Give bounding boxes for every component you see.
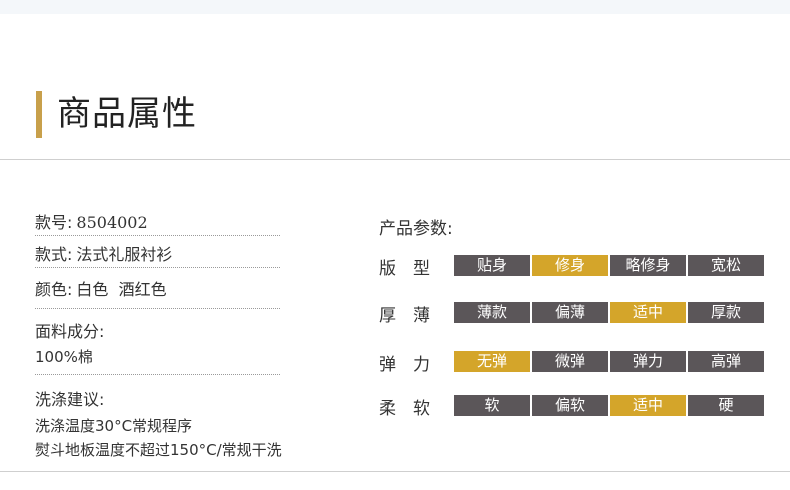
title-accent-bar: [36, 91, 42, 138]
param-option-selected: 无弹: [454, 351, 530, 372]
param-option-selected: 适中: [610, 395, 686, 416]
divider-dotted: [35, 267, 280, 268]
param-row-label-char: 软: [413, 399, 430, 419]
divider-bottom: [0, 471, 790, 472]
param-option: 硬: [688, 395, 764, 416]
style-label: 款式:: [35, 245, 73, 264]
divider-dotted: [35, 374, 280, 375]
color-value: 白色 酒红色: [76, 280, 167, 299]
washing-line-2: 熨斗地板温度不超过150°C/常规干洗: [35, 441, 282, 459]
param-row-label: 柔软: [379, 394, 439, 419]
param-row-label-char: 型: [413, 259, 430, 279]
param-option: 宽松: [688, 255, 764, 276]
param-option: 偏软: [532, 395, 608, 416]
color-row: 颜色: 白色 酒红色: [35, 276, 167, 300]
washing-label: 洗涤建议:: [35, 390, 105, 409]
param-row-label: 弹力: [379, 350, 439, 375]
param-option-group: 贴身 修身 略修身 宽松: [454, 255, 764, 276]
fabric-label: 面料成分:: [35, 322, 105, 341]
divider-top: [0, 159, 790, 160]
param-option-group: 无弹 微弹 弹力 高弹: [454, 351, 764, 372]
style-value: 法式礼服衬衫: [76, 245, 173, 264]
params-label: 产品参数:: [379, 219, 453, 239]
param-option: 微弹: [532, 351, 608, 372]
fabric-value: 100%棉: [35, 348, 93, 366]
param-row-label: 厚薄: [379, 301, 439, 326]
param-option: 厚款: [688, 302, 764, 323]
param-option: 偏薄: [532, 302, 608, 323]
section-title: 商品属性: [57, 94, 197, 134]
param-option-selected: 修身: [532, 255, 608, 276]
param-row-label-char: 薄: [413, 306, 430, 326]
style-row: 款式: 法式礼服衬衫: [35, 241, 172, 265]
param-option: 弹力: [610, 351, 686, 372]
style-number-value: 8504002: [76, 213, 148, 232]
top-band: [0, 0, 790, 14]
washing-line-1: 洗涤温度30°C常规程序: [35, 417, 193, 435]
param-row-label-char: 力: [413, 355, 430, 375]
param-option: 薄款: [454, 302, 530, 323]
param-option: 贴身: [454, 255, 530, 276]
param-row-label-char: 柔: [379, 399, 396, 419]
param-row-label-char: 厚: [379, 306, 396, 326]
param-row-label: 版型: [379, 254, 439, 279]
param-row-label-char: 弹: [379, 355, 396, 375]
param-option-group: 薄款 偏薄 适中 厚款: [454, 302, 764, 323]
color-label: 颜色:: [35, 280, 73, 299]
param-option-selected: 适中: [610, 302, 686, 323]
param-option: 高弹: [688, 351, 764, 372]
style-number-label: 款号:: [35, 213, 73, 232]
param-option-group: 软偏软 适中硬: [454, 395, 764, 416]
divider-dotted: [35, 308, 280, 309]
style-number-row: 款号: 8504002: [35, 209, 148, 233]
param-row-label-char: 版: [379, 259, 396, 279]
divider-dotted: [35, 235, 280, 236]
param-option: 略修身: [610, 255, 686, 276]
param-option: 软: [454, 395, 530, 416]
